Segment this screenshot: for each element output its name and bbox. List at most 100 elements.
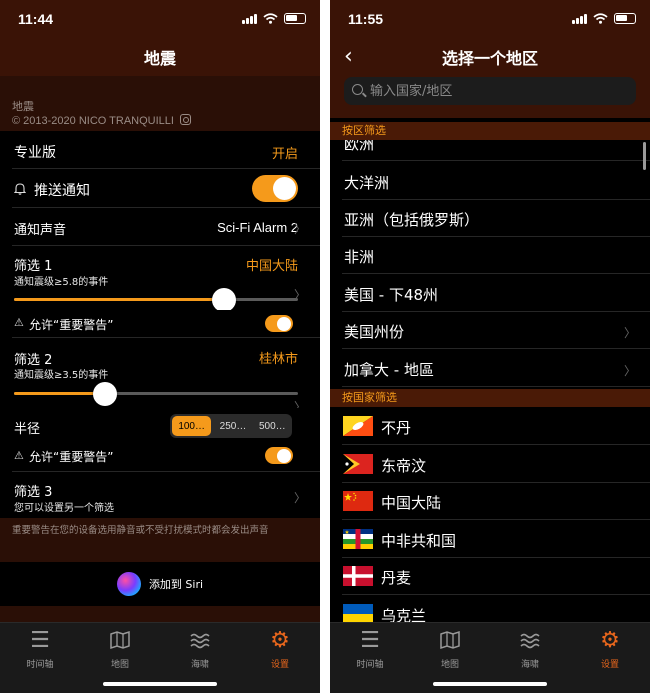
region-name: 亚洲（包括俄罗斯） xyxy=(344,211,480,229)
region-item[interactable]: 加拿大 - 地區 〉 xyxy=(330,350,650,387)
status-time: 11:44 xyxy=(18,11,54,27)
country-name: 不丹 xyxy=(381,419,412,437)
country-name: 东帝汶 xyxy=(381,457,427,475)
back-chevron-icon[interactable]: ‹ xyxy=(344,44,353,69)
country-item[interactable]: 丹麦 xyxy=(330,558,650,595)
region-name: 非洲 xyxy=(344,248,375,266)
country-item[interactable]: 中国大陆 xyxy=(330,483,650,520)
search-box[interactable] xyxy=(344,77,636,105)
gear-icon: ⚙ xyxy=(270,628,290,653)
cellular-icon xyxy=(242,13,257,24)
radius-label: 半径 xyxy=(14,422,41,437)
region-item[interactable]: 美国州份 〉 xyxy=(330,312,650,349)
section-header-countries: 按国家筛选 xyxy=(330,389,650,407)
tab-timeline[interactable]: ☰ 时间轴 xyxy=(10,628,70,671)
page-title: 选择一个地区 xyxy=(441,49,538,68)
filter2-critical-toggle[interactable] xyxy=(265,447,293,464)
bhutan-flag-icon xyxy=(343,416,373,436)
china-flag-icon xyxy=(343,491,373,511)
country-item[interactable]: 中非共和国 xyxy=(330,521,650,558)
bell-icon xyxy=(14,183,26,195)
radius-row: 半径 100… 250… 500… xyxy=(0,408,320,442)
home-indicator xyxy=(433,682,547,686)
filter2-critical-label: 允许“重要警告” xyxy=(29,450,114,464)
add-to-siri-button[interactable]: 添加到 Siri xyxy=(0,562,320,606)
tab-tsunami[interactable]: 海啸 xyxy=(170,629,230,670)
push-label: 推送通知 xyxy=(34,183,90,199)
scroll-indicator[interactable] xyxy=(643,142,646,170)
cellular-icon xyxy=(572,13,587,24)
battery-icon xyxy=(614,13,636,24)
battery-icon xyxy=(284,13,306,24)
ukraine-flag-icon xyxy=(343,604,373,624)
instagram-icon[interactable] xyxy=(179,114,191,125)
waves-icon xyxy=(500,629,560,655)
filter1-slider-thumb[interactable] xyxy=(212,288,237,312)
sound-row[interactable]: 通知声音 Sci-Fi Alarm 2 〉 xyxy=(0,208,320,246)
filter2-critical-row: ⚠ 允许“重要警告” xyxy=(0,442,320,472)
filter3-row[interactable]: 筛选 3 您可以设置另一个筛选 〉 xyxy=(0,472,320,518)
region-item[interactable]: 大洋洲 xyxy=(330,163,650,200)
copyright-text: © 2013-2020 NICO TRANQUILLI xyxy=(12,115,174,127)
nav-bar: 地震 xyxy=(0,38,320,76)
section-header-regions: 按区筛选 xyxy=(330,122,650,140)
filter2-slider-thumb[interactable] xyxy=(92,382,117,406)
warning-icon: ⚠ xyxy=(14,316,24,329)
chevron-right-icon: 〉 xyxy=(293,491,306,505)
nav-bar: ‹ 选择一个地区 xyxy=(330,38,650,76)
region-item[interactable]: 非洲 xyxy=(330,237,650,274)
radius-segmented-control[interactable]: 100… 250… 500… xyxy=(170,414,292,438)
tab-timeline[interactable]: ☰ 时间轴 xyxy=(340,628,400,671)
siri-icon xyxy=(116,572,141,596)
filter2-desc: 通知震级≥3.5的事件 xyxy=(14,370,109,381)
filter1-magnitude-slider[interactable] xyxy=(14,288,298,312)
settings-screen: 11:44 地震 地震 © 2013-2020 NICO TRANQUILLI … xyxy=(0,0,320,693)
search-input[interactable] xyxy=(370,81,620,101)
region-name: 美国州份 xyxy=(344,323,405,341)
list-icon: ☰ xyxy=(360,628,380,653)
filter1-row[interactable]: 筛选 1 中国大陆 通知震级≥5.8的事件 〉 xyxy=(0,246,320,312)
about-app-name: 地震 xyxy=(12,100,34,113)
pro-label: 专业版 xyxy=(14,145,56,161)
region-name: 美国 - 下48州 xyxy=(344,286,439,304)
home-indicator xyxy=(103,682,217,686)
status-bar: 11:55 xyxy=(330,0,650,38)
country-name: 丹麦 xyxy=(381,569,412,587)
filter1-desc: 通知震级≥5.8的事件 xyxy=(14,277,109,288)
country-item[interactable]: 乌克兰 xyxy=(330,596,650,625)
region-name: 加拿大 - 地區 xyxy=(344,361,434,379)
country-item[interactable]: 东帝汶 xyxy=(330,446,650,483)
region-item[interactable]: 美国 - 下48州 xyxy=(330,275,650,312)
push-row: 推送通知 xyxy=(0,169,320,208)
page-title: 地震 xyxy=(143,49,176,68)
radius-option-100[interactable]: 100… xyxy=(172,416,212,436)
filter1-critical-label: 允许“重要警告” xyxy=(29,318,114,332)
radius-option-500[interactable]: 500… xyxy=(253,414,292,438)
region-item[interactable]: 亚洲（包括俄罗斯） xyxy=(330,200,650,237)
filter1-label: 筛选 1 xyxy=(14,259,53,274)
filter3-label: 筛选 3 xyxy=(14,485,53,500)
region-name: 大洋洲 xyxy=(344,174,390,192)
country-item[interactable]: 不丹 xyxy=(330,408,650,445)
warning-icon: ⚠ xyxy=(14,449,24,462)
tab-tsunami[interactable]: 海啸 xyxy=(500,629,560,670)
tab-settings[interactable]: ⚙ 设置 xyxy=(580,629,640,671)
push-toggle[interactable] xyxy=(252,175,298,202)
tab-map[interactable]: 地图 xyxy=(420,629,480,670)
filter2-magnitude-slider[interactable] xyxy=(14,382,298,406)
filter1-slider-fill xyxy=(14,298,225,301)
radius-option-250[interactable]: 250… xyxy=(213,414,252,438)
wifi-icon xyxy=(263,13,278,24)
country-name: 中国大陆 xyxy=(381,494,442,512)
wifi-icon xyxy=(593,13,608,24)
waves-icon xyxy=(170,629,230,655)
pro-row[interactable]: 专业版 开启 xyxy=(0,131,320,169)
status-bar: 11:44 xyxy=(0,0,320,38)
filter1-critical-toggle[interactable] xyxy=(265,315,293,332)
chevron-right-icon: 〉 xyxy=(293,222,306,236)
filter2-row[interactable]: 筛选 2 桂林市 通知震级≥3.5的事件 〉 xyxy=(0,338,320,414)
tab-map[interactable]: 地图 xyxy=(90,629,150,670)
tab-settings[interactable]: ⚙ 设置 xyxy=(250,628,310,671)
list-icon: ☰ xyxy=(30,628,50,653)
search-bar xyxy=(330,76,650,118)
